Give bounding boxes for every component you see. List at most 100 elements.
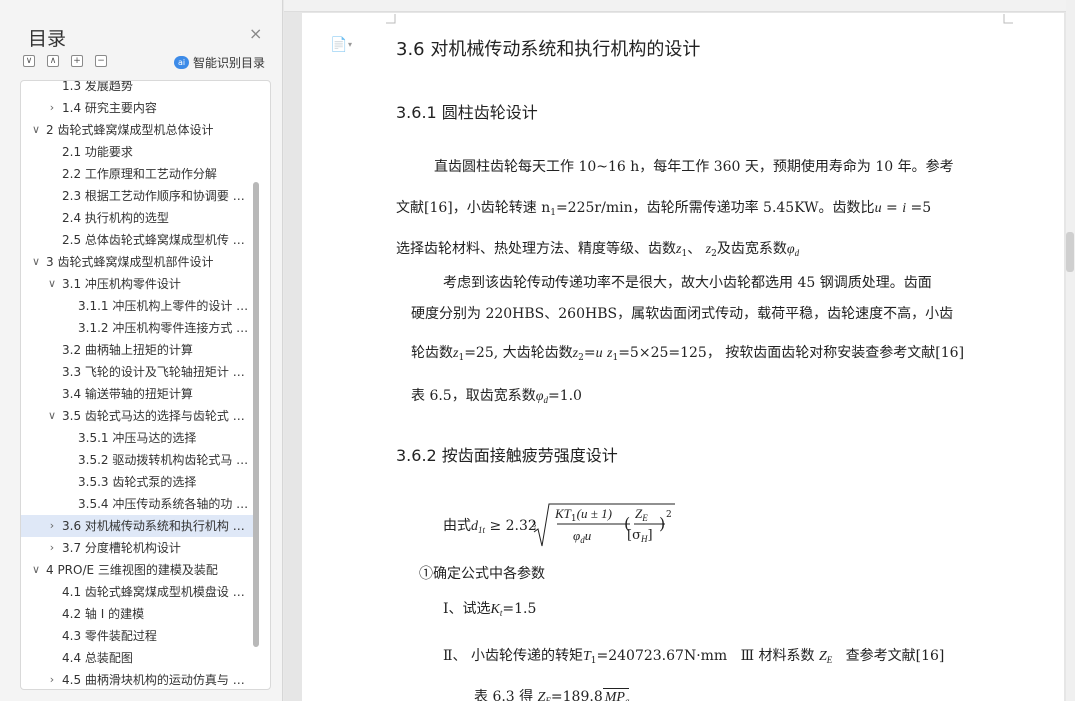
outline-item[interactable]: 3.5.4 冲压传动系统各轴的功 … xyxy=(21,493,253,515)
outline-item[interactable]: 3.2 曲柄轴上扭矩的计算 xyxy=(21,339,253,361)
parameter-line: Ⅱ、 小齿轮传递的转矩T1=240723.67N·mm Ⅲ 材料系数 ZE 查参… xyxy=(443,645,944,666)
math-symbol: ] xyxy=(647,528,653,543)
subscript: E xyxy=(826,655,833,665)
math-symbol: φ xyxy=(786,242,795,257)
text-run: =1.5 xyxy=(502,601,537,617)
root-index: 3 xyxy=(532,520,536,529)
text-run: =5 xyxy=(906,200,932,216)
chevron-right-icon[interactable]: › xyxy=(46,537,58,559)
panel-title: 目录 xyxy=(28,28,67,50)
outline-item-label: 3.2 曲柄轴上扭矩的计算 xyxy=(62,343,193,357)
outline-item[interactable]: 2.3 根据工艺动作顺序和协调要 … xyxy=(21,185,253,207)
chevron-down-icon[interactable]: ∨ xyxy=(30,251,42,273)
text-run: =240723.67N·mm xyxy=(596,648,728,664)
outline-item[interactable]: 3.5.3 齿轮式泵的选择 xyxy=(21,471,253,493)
paragraph-line: 硬度分别为 220HBS、260HBS，属软齿面闭式传动，载荷平稳，齿轮速度不高… xyxy=(411,306,954,322)
outline-item[interactable]: 3.5.2 驱动拨转机构齿轮式马 … xyxy=(21,449,253,471)
math-symbol: KT xyxy=(555,506,571,521)
text-run: =5×25=125， 按软齿面齿轮对称安装查参考文献[16] xyxy=(618,345,965,361)
outline-item-label: 3.7 分度槽轮机构设计 xyxy=(62,541,181,555)
outline-item[interactable]: ∨ 3.5 齿轮式马达的选择与齿轮式 … xyxy=(21,405,253,427)
outline-item[interactable]: ∨ 3.1 冲压机构零件设计 xyxy=(21,273,253,295)
subscript: d xyxy=(794,248,800,258)
outline-tree: 1.3 发展趋势 › 1.4 研究主要内容 ∨ 2 齿轮式蜂窝煤成型机总体设计 2.1 功… xyxy=(20,80,271,690)
chevron-right-icon[interactable]: › xyxy=(46,669,58,689)
text-run: Ⅰ、试选 xyxy=(443,601,491,617)
formula-ze: ZE xyxy=(635,506,648,523)
outline-item[interactable]: 4.3 零件装配过程 xyxy=(21,625,253,647)
outline-item[interactable]: ∨ 4 PRO/E 三维视图的建模及装配 xyxy=(21,559,253,581)
document-scrollbar[interactable] xyxy=(1066,0,1075,701)
text-run: 轮齿数 xyxy=(411,345,453,361)
outline-scrollbar[interactable] xyxy=(253,182,259,647)
outline-item[interactable]: 4.2 轴 I 的建模 xyxy=(21,603,253,625)
parameter-line: Ⅰ、试选Kt=1.5 xyxy=(443,598,536,618)
outline-item[interactable]: ∨ 2 齿轮式蜂窝煤成型机总体设计 xyxy=(21,119,253,141)
collapse-all-icon[interactable]: ∨ xyxy=(23,55,35,67)
outline-item[interactable]: ∨ 3 齿轮式蜂窝煤成型机部件设计 xyxy=(21,251,253,273)
outline-item-label: 3 齿轮式蜂窝煤成型机部件设计 xyxy=(46,255,214,269)
outline-item-label: 2.5 总体齿轮式蜂窝煤成型机传 … xyxy=(62,233,245,247)
outline-item[interactable]: 1.3 发展趋势 xyxy=(21,81,253,97)
outline-item-label: 2.3 根据工艺动作顺序和协调要 … xyxy=(62,189,245,203)
paragraph-line: 轮齿数z1=25, 大齿轮齿数z2=u z1=5×25=125， 按软齿面齿轮对… xyxy=(411,342,964,363)
outline-item[interactable]: 3.5.1 冲压马达的选择 xyxy=(21,427,253,449)
chevron-down-icon[interactable]: ∨ xyxy=(46,273,58,295)
outline-item-label: 3.1.2 冲压机构零件连接方式 … xyxy=(78,321,249,335)
chevron-right-icon[interactable]: › xyxy=(46,515,58,537)
outline-item-label: 4.5 曲柄滑块机构的运动仿真与 … xyxy=(62,673,245,687)
text-run: Ⅲ 材料系数 xyxy=(740,648,815,664)
text-run: =1.0 xyxy=(547,388,582,404)
outline-item[interactable]: 3.3 飞轮的设计及飞轮轴扭矩计 … xyxy=(21,361,253,383)
outline-item-label: 3.3 飞轮的设计及飞轮轴扭矩计 … xyxy=(62,365,245,379)
outline-item[interactable]: 3.4 输送带轴的扭矩计算 xyxy=(21,383,253,405)
text-run: 选择齿轮材料、热处理方法、精度等级、齿数 xyxy=(396,241,676,257)
outline-item[interactable]: 4.4 总装配图 xyxy=(21,647,253,669)
paragraph-line: 表 6.5，取齿宽系数φd=1.0 xyxy=(411,385,582,405)
page-style-icon[interactable]: 📄 xyxy=(330,37,347,53)
text-run: 、 xyxy=(687,241,706,257)
outline-item[interactable]: 3.1.1 冲压机构上零件的设计 … xyxy=(21,295,253,317)
outline-item[interactable]: 3.1.2 冲压机构零件连接方式 … xyxy=(21,317,253,339)
math-symbol: Z xyxy=(818,649,827,664)
page-corner-mark xyxy=(1003,14,1013,24)
remove-heading-icon[interactable]: − xyxy=(95,55,107,67)
math-symbol: T xyxy=(582,649,591,664)
paragraph-line: 直齿圆柱齿轮每天工作 10~16 h，每年工作 360 天，预期使用寿命为 10… xyxy=(434,159,954,175)
outline-item[interactable]: › 3.7 分度槽轮机构设计 xyxy=(21,537,253,559)
document-scrollbar-thumb[interactable] xyxy=(1066,232,1074,272)
outline-item-label: 3.5.1 冲压马达的选择 xyxy=(78,431,197,445)
math-symbol: u xyxy=(874,201,882,216)
outline-item-label: 3.5 齿轮式马达的选择与齿轮式 … xyxy=(62,409,245,423)
math-symbol: u xyxy=(595,346,603,361)
parameter-line: 表 6.3 得 ZE=189.8 MPa xyxy=(474,686,630,701)
outline-item[interactable]: 2.5 总体齿轮式蜂窝煤成型机传 … xyxy=(21,229,253,251)
text-run: 表 6.3 得 xyxy=(474,689,534,701)
add-heading-icon[interactable]: + xyxy=(71,55,83,67)
chevron-down-icon[interactable]: ▾ xyxy=(348,40,352,49)
close-icon[interactable]: × xyxy=(249,24,262,44)
outline-item-label: 2.2 工作原理和工艺动作分解 xyxy=(62,167,217,181)
outline-item[interactable]: › 4.5 曲柄滑块机构的运动仿真与 … xyxy=(21,669,253,689)
paragraph-line: 文献[16]，小齿轮转速 n1=225r/min，齿轮所需传递功率 5.45KW… xyxy=(396,197,931,218)
smart-toc-button[interactable]: ai 智能识别目录 xyxy=(174,53,265,71)
outline-item[interactable]: 2.4 执行机构的选型 xyxy=(21,207,253,229)
outline-item-label: 4.2 轴 I 的建模 xyxy=(62,607,145,621)
chevron-down-icon[interactable]: ∨ xyxy=(30,559,42,581)
section-heading: 3.6 对机械传动系统和执行机构的设计 xyxy=(396,39,701,60)
text-run: = xyxy=(881,200,903,216)
formula-numerator: KT1(u ± 1) xyxy=(555,506,612,524)
outline-item-label: 2 齿轮式蜂窝煤成型机总体设计 xyxy=(46,123,214,137)
outline-item[interactable]: 2.2 工作原理和工艺动作分解 xyxy=(21,163,253,185)
outline-item[interactable]: › 1.4 研究主要内容 xyxy=(21,97,253,119)
outline-item[interactable]: 2.1 功能要求 xyxy=(21,141,253,163)
outline-item[interactable]: › 3.6 对机械传动系统和执行机构 … xyxy=(21,515,253,537)
chevron-right-icon[interactable]: › xyxy=(46,97,58,119)
chevron-down-icon[interactable]: ∨ xyxy=(46,405,58,427)
smart-toc-label: 智能识别目录 xyxy=(193,55,266,70)
chevron-down-icon[interactable]: ∨ xyxy=(30,119,42,141)
outline-item[interactable]: 4.1 齿轮式蜂窝煤成型机模盘设 … xyxy=(21,581,253,603)
math-symbol: u xyxy=(584,528,592,543)
outline-item-label: 3.5.3 齿轮式泵的选择 xyxy=(78,475,197,489)
expand-up-icon[interactable]: ∧ xyxy=(47,55,59,67)
